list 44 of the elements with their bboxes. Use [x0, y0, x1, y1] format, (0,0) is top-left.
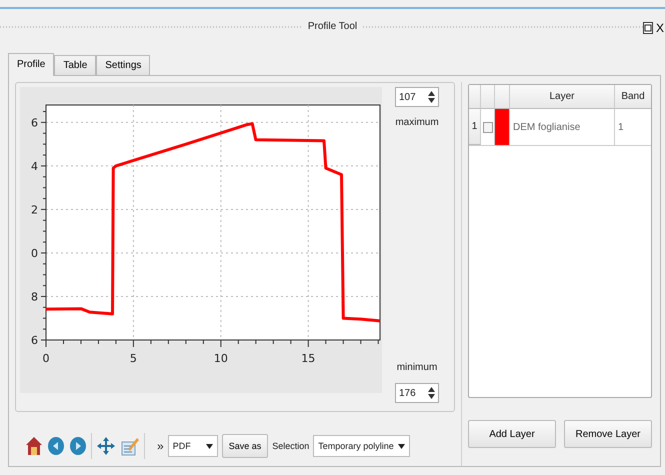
home-icon[interactable]	[25, 436, 43, 456]
tab[interactable]: Settings	[96, 55, 150, 75]
edit-icon[interactable]	[120, 436, 140, 456]
table-cell: DEM foglianise	[510, 109, 615, 145]
more-button[interactable]: »	[157, 439, 164, 453]
minimum-label: minimum	[396, 362, 438, 373]
maximum-label: maximum	[395, 117, 439, 128]
checkbox[interactable]	[482, 122, 492, 132]
column-header[interactable]: Layer	[510, 85, 615, 109]
layer-button[interactable]: Remove Layer	[564, 420, 652, 448]
save-as-button[interactable]: Save as	[222, 434, 268, 458]
row-header: 1	[469, 109, 481, 145]
y-tick-label: 6	[31, 334, 38, 347]
restore-icon[interactable]	[642, 22, 653, 34]
y-tick-label: 2	[31, 203, 38, 216]
y-tick-label: 8	[31, 290, 38, 304]
color-swatch[interactable]	[495, 109, 510, 145]
x-tick-label: 5	[130, 352, 137, 365]
dropdown-arrow-icon	[206, 444, 213, 448]
x-tick-label: 15	[301, 352, 316, 365]
forward-icon[interactable]	[69, 436, 87, 456]
maximum-spinbox[interactable]: 107	[395, 87, 439, 107]
pan-icon[interactable]	[96, 436, 116, 456]
header-cell	[495, 85, 510, 109]
selection-label: Selection	[272, 441, 310, 451]
spin-arrows-icon	[428, 386, 435, 400]
window-title: Profile Tool	[302, 21, 364, 32]
y-tick-label: 0	[31, 246, 38, 260]
back-icon[interactable]	[47, 436, 65, 456]
format-dropdown[interactable]: PDF	[168, 435, 218, 457]
x-tick-label: 0	[42, 352, 50, 365]
selection-dropdown[interactable]: Temporary polyline	[313, 435, 410, 457]
minimum-spinbox[interactable]: 176	[395, 383, 439, 403]
header-cell	[469, 85, 481, 109]
table-cell-text: 1	[617, 120, 625, 134]
column-header[interactable]: Band	[615, 85, 651, 109]
dropdown-arrow-icon	[398, 444, 405, 448]
y-tick-label: 4	[31, 160, 38, 173]
tab[interactable]: Profile	[8, 53, 54, 76]
tab[interactable]: Table	[54, 55, 96, 75]
layer-button[interactable]: Add Layer	[468, 420, 556, 448]
x-tick-label: 10	[214, 352, 228, 365]
y-tick-label: 6	[31, 116, 38, 130]
spin-arrows-icon	[428, 90, 435, 104]
